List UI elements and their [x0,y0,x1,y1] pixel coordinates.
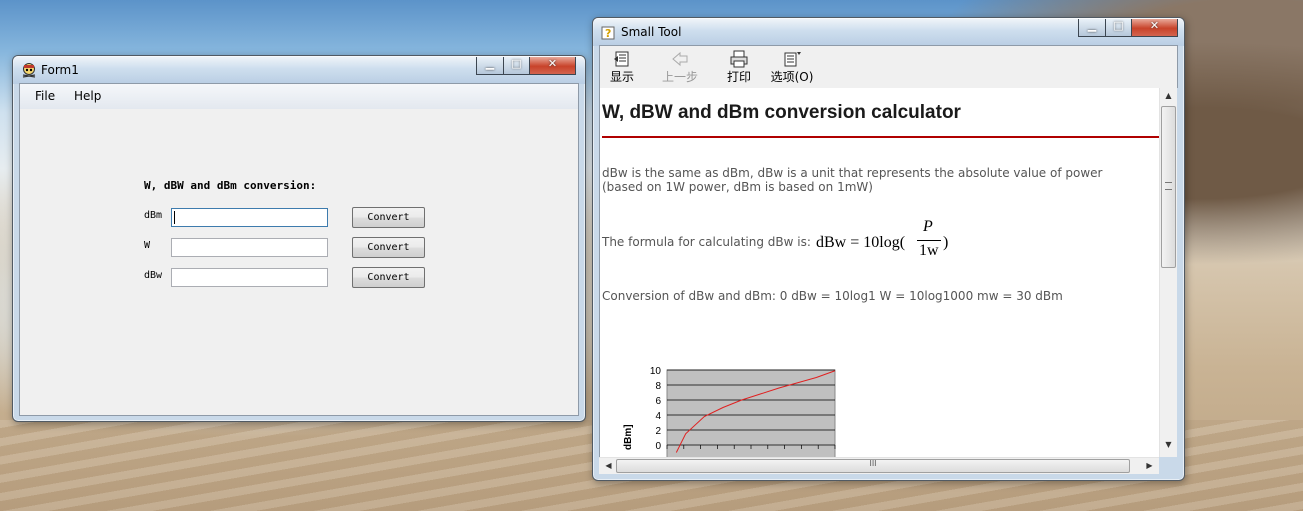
minimize-icon: ▁ [1087,19,1097,32]
tool-back[interactable]: 上一步 [658,50,702,85]
scroll-left-icon[interactable]: ◀ [601,461,616,470]
smalltool-window: ? Small Tool ▁ □ ✕ 显示 上一步 打印 选项(O) W, dB… [592,17,1185,481]
horizontal-scrollbar[interactable]: ◀ III ▶ [599,457,1159,474]
chart-y-tick-label: 6 [655,396,661,407]
window-title: Form1 [41,63,79,77]
close-button[interactable]: ✕ [1131,19,1178,37]
formula-intro: The formula for calculating dBw is: [602,235,811,249]
chart-y-axis-label: dBm] [623,424,634,450]
dbm-label: dBm [144,210,163,221]
maximize-button[interactable]: □ [503,57,530,75]
convert-dbw-button[interactable]: Convert [352,267,425,288]
minimize-button[interactable]: ▁ [476,57,504,75]
options-icon [784,52,801,67]
tool-print[interactable]: 打印 [717,50,761,85]
menu-file[interactable]: File [35,89,55,103]
minimize-button[interactable]: ▁ [1078,19,1106,37]
paragraph-dbw-definition: dBw is the same as dBm, dBw is a unit th… [602,166,1103,194]
help-app-icon: ? [601,26,615,40]
horizontal-scroll-thumb[interactable]: III [616,459,1130,473]
scroll-up-icon[interactable]: ▲ [1161,91,1176,100]
document-pane: W, dBW and dBm conversion calculator dBw… [599,88,1167,457]
tool-options-label: 选项(O) [770,70,814,84]
dbm-input[interactable] [171,208,328,227]
paragraph-conversion: Conversion of dBw and dBm: 0 dBw = 10log… [602,289,1063,303]
formula-numerator: P [923,218,933,235]
vertical-scrollbar[interactable]: ▲ ▼ [1159,88,1177,457]
dbw-label: dBw [144,270,163,281]
tool-show-label: 显示 [609,70,634,84]
w-input[interactable] [171,238,328,257]
back-arrow-icon [672,51,688,67]
chart-y-tick-label: 0 [655,441,661,452]
formula-denominator: 1w [919,242,939,259]
chart-y-tick-label: 4 [655,411,661,422]
dbw-input[interactable] [171,268,328,287]
form1-titlebar[interactable]: Form1 ▁ □ ✕ [13,56,585,84]
chart-y-tick-label: 2 [655,426,661,437]
tool-show[interactable]: 显示 [600,50,644,85]
form1-window: Form1 ▁ □ ✕ File Help W, dBW and dBm con… [12,55,586,422]
formula-bar [917,240,941,241]
skull-app-icon [22,63,36,78]
smalltool-titlebar[interactable]: ? Small Tool ▁ □ ✕ [593,18,1184,46]
minimize-icon: ▁ [485,57,495,70]
maximize-icon: □ [1113,19,1124,32]
maximize-button[interactable]: □ [1105,19,1132,37]
w-label: W [144,240,151,251]
dbm-chart: 10 8 6 4 2 0 dBm] [623,366,836,457]
thumb-grip: III [869,459,877,468]
title-rule [602,136,1159,138]
convert-w-button[interactable]: Convert [352,237,425,258]
close-icon: ✕ [1149,19,1160,32]
text-cursor [174,211,175,224]
tool-print-label: 打印 [726,70,751,84]
convert-dbm-button[interactable]: Convert [352,207,425,228]
close-button[interactable]: ✕ [529,57,576,75]
tool-back-label: 上一步 [661,70,698,84]
chart-y-tick-label: 10 [650,366,662,377]
form1-client: File Help W, dBW and dBm conversion: dBm… [19,83,579,416]
conversion-heading: W, dBW and dBm conversion: [144,179,317,192]
maximize-icon: □ [511,57,522,70]
menu-bar: File Help [20,84,578,109]
window-title: Small Tool [621,25,682,39]
chart-plot-area [666,369,836,457]
toolbar: 显示 上一步 打印 选项(O) [599,45,1178,88]
menu-help[interactable]: Help [74,89,101,103]
chart-y-tick-label: 8 [655,381,661,392]
document-content: W, dBW and dBm conversion calculator dBw… [602,88,1167,457]
close-icon: ✕ [547,57,558,70]
tool-options[interactable]: 选项(O) [768,50,816,85]
document-title: W, dBW and dBm conversion calculator [602,102,961,123]
vertical-scroll-thumb[interactable] [1161,106,1176,268]
svg-text:?: ? [605,27,611,40]
scroll-down-icon[interactable]: ▼ [1161,440,1176,449]
scroll-right-icon[interactable]: ▶ [1142,461,1157,470]
formula-lhs: dBw = 10log( [816,234,906,251]
printer-icon [730,50,748,68]
formula-rhs: ) [943,234,949,251]
show-pane-icon [614,51,629,67]
thumb-grip-icon [1165,182,1172,190]
